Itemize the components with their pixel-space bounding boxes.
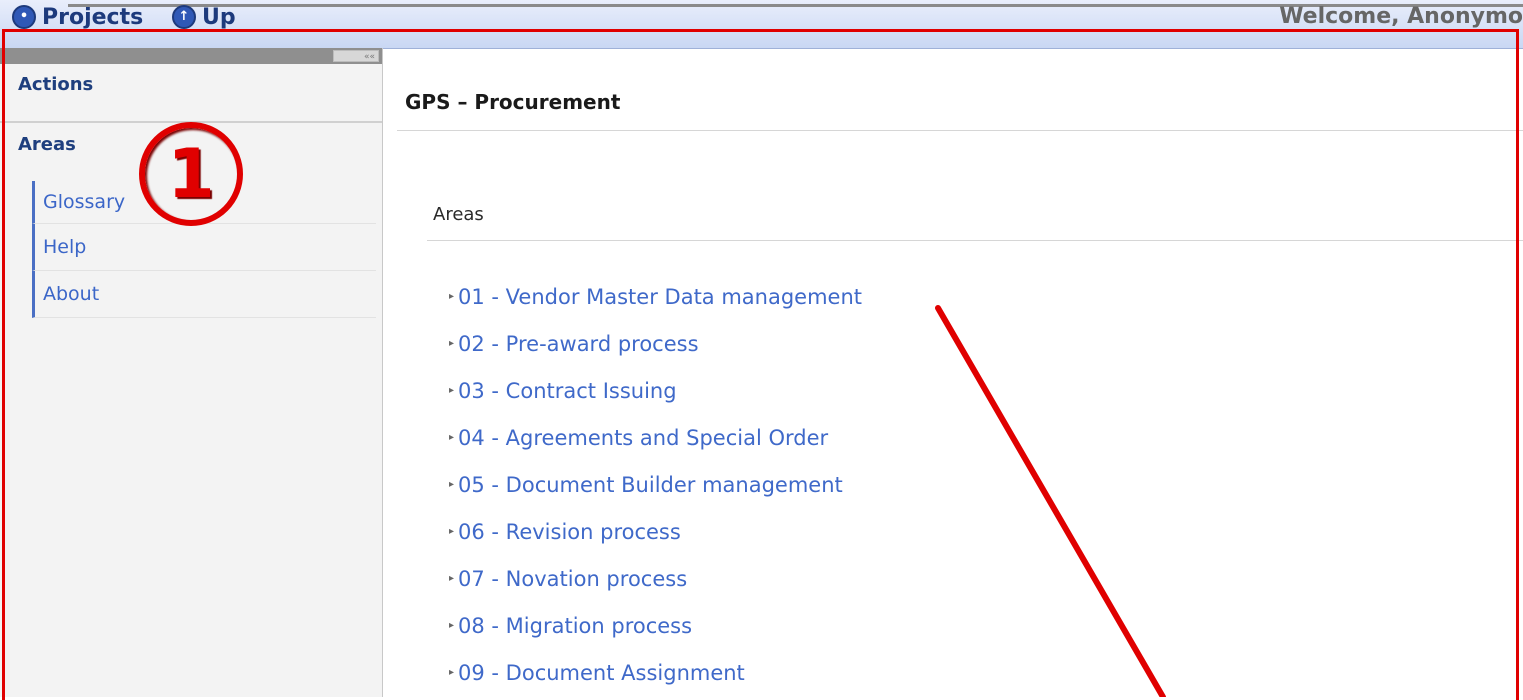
area-label: 08 - Migration process (458, 613, 693, 638)
bullet-icon: ▸ (449, 291, 455, 302)
page-title: GPS – Procurement (405, 90, 621, 114)
area-list: ▸ 01 - Vendor Master Data management ▸ 02 … (449, 273, 862, 696)
area-link-04[interactable]: ▸ 04 - Agreements and Special Order (449, 414, 862, 461)
bullet-icon: ▸ (449, 620, 455, 631)
up-link[interactable]: ↑ Up (172, 2, 236, 32)
area-link-07[interactable]: ▸ 07 - Novation process (449, 555, 862, 602)
annotation-number-badge: 1 (139, 122, 243, 226)
sidebar-item-help[interactable]: Help (32, 224, 376, 271)
bullet-icon: ▸ (449, 432, 455, 443)
area-label: 04 - Agreements and Special Order (458, 425, 829, 450)
up-arrow-icon: ↑ (172, 5, 196, 29)
area-label: 01 - Vendor Master Data management (458, 284, 863, 309)
area-link-08[interactable]: ▸ 08 - Migration process (449, 602, 862, 649)
area-link-01[interactable]: ▸ 01 - Vendor Master Data management (449, 273, 862, 320)
sidebar-header-strip: «« (0, 48, 382, 64)
projects-icon: • (12, 5, 36, 29)
up-label: Up (202, 4, 236, 30)
projects-link[interactable]: • Projects (12, 2, 143, 32)
bullet-icon: ▸ (449, 667, 455, 678)
area-label: 07 - Novation process (458, 566, 688, 591)
bullet-icon: ▸ (449, 573, 455, 584)
bullet-icon: ▸ (449, 385, 455, 396)
area-link-06[interactable]: ▸ 06 - Revision process (449, 508, 862, 555)
bullet-icon: ▸ (449, 338, 455, 349)
collapse-sidebar-icon[interactable]: «« (333, 50, 379, 62)
areas-section-title: Areas (433, 204, 484, 225)
title-divider (397, 130, 1523, 131)
bullet-icon: ▸ (449, 526, 455, 537)
sidebar-item-about[interactable]: About (32, 271, 376, 318)
projects-label: Projects (42, 4, 144, 30)
areas-heading[interactable]: Areas (18, 134, 76, 155)
areas-divider (427, 240, 1523, 241)
area-label: 03 - Contract Issuing (458, 378, 677, 403)
area-label: 02 - Pre-award process (458, 331, 699, 356)
area-link-09[interactable]: ▸ 09 - Document Assignment (449, 649, 862, 696)
bullet-icon: ▸ (449, 479, 455, 490)
area-label: 06 - Revision process (458, 519, 681, 544)
welcome-text: Welcome, Anonymo (1279, 4, 1523, 29)
area-link-03[interactable]: ▸ 03 - Contract Issuing (449, 367, 862, 414)
main-content: GPS – Procurement Areas ▸ 01 - Vendor Mas… (383, 48, 1523, 697)
top-nav-bar: • Projects ↑ Up Welcome, Anonymo (0, 0, 1523, 49)
area-link-05[interactable]: ▸ 05 - Document Builder management (449, 461, 862, 508)
area-label: 05 - Document Builder management (458, 472, 843, 497)
area-label: 09 - Document Assignment (458, 660, 745, 685)
actions-heading[interactable]: Actions (18, 74, 93, 95)
area-link-02[interactable]: ▸ 02 - Pre-award process (449, 320, 862, 367)
